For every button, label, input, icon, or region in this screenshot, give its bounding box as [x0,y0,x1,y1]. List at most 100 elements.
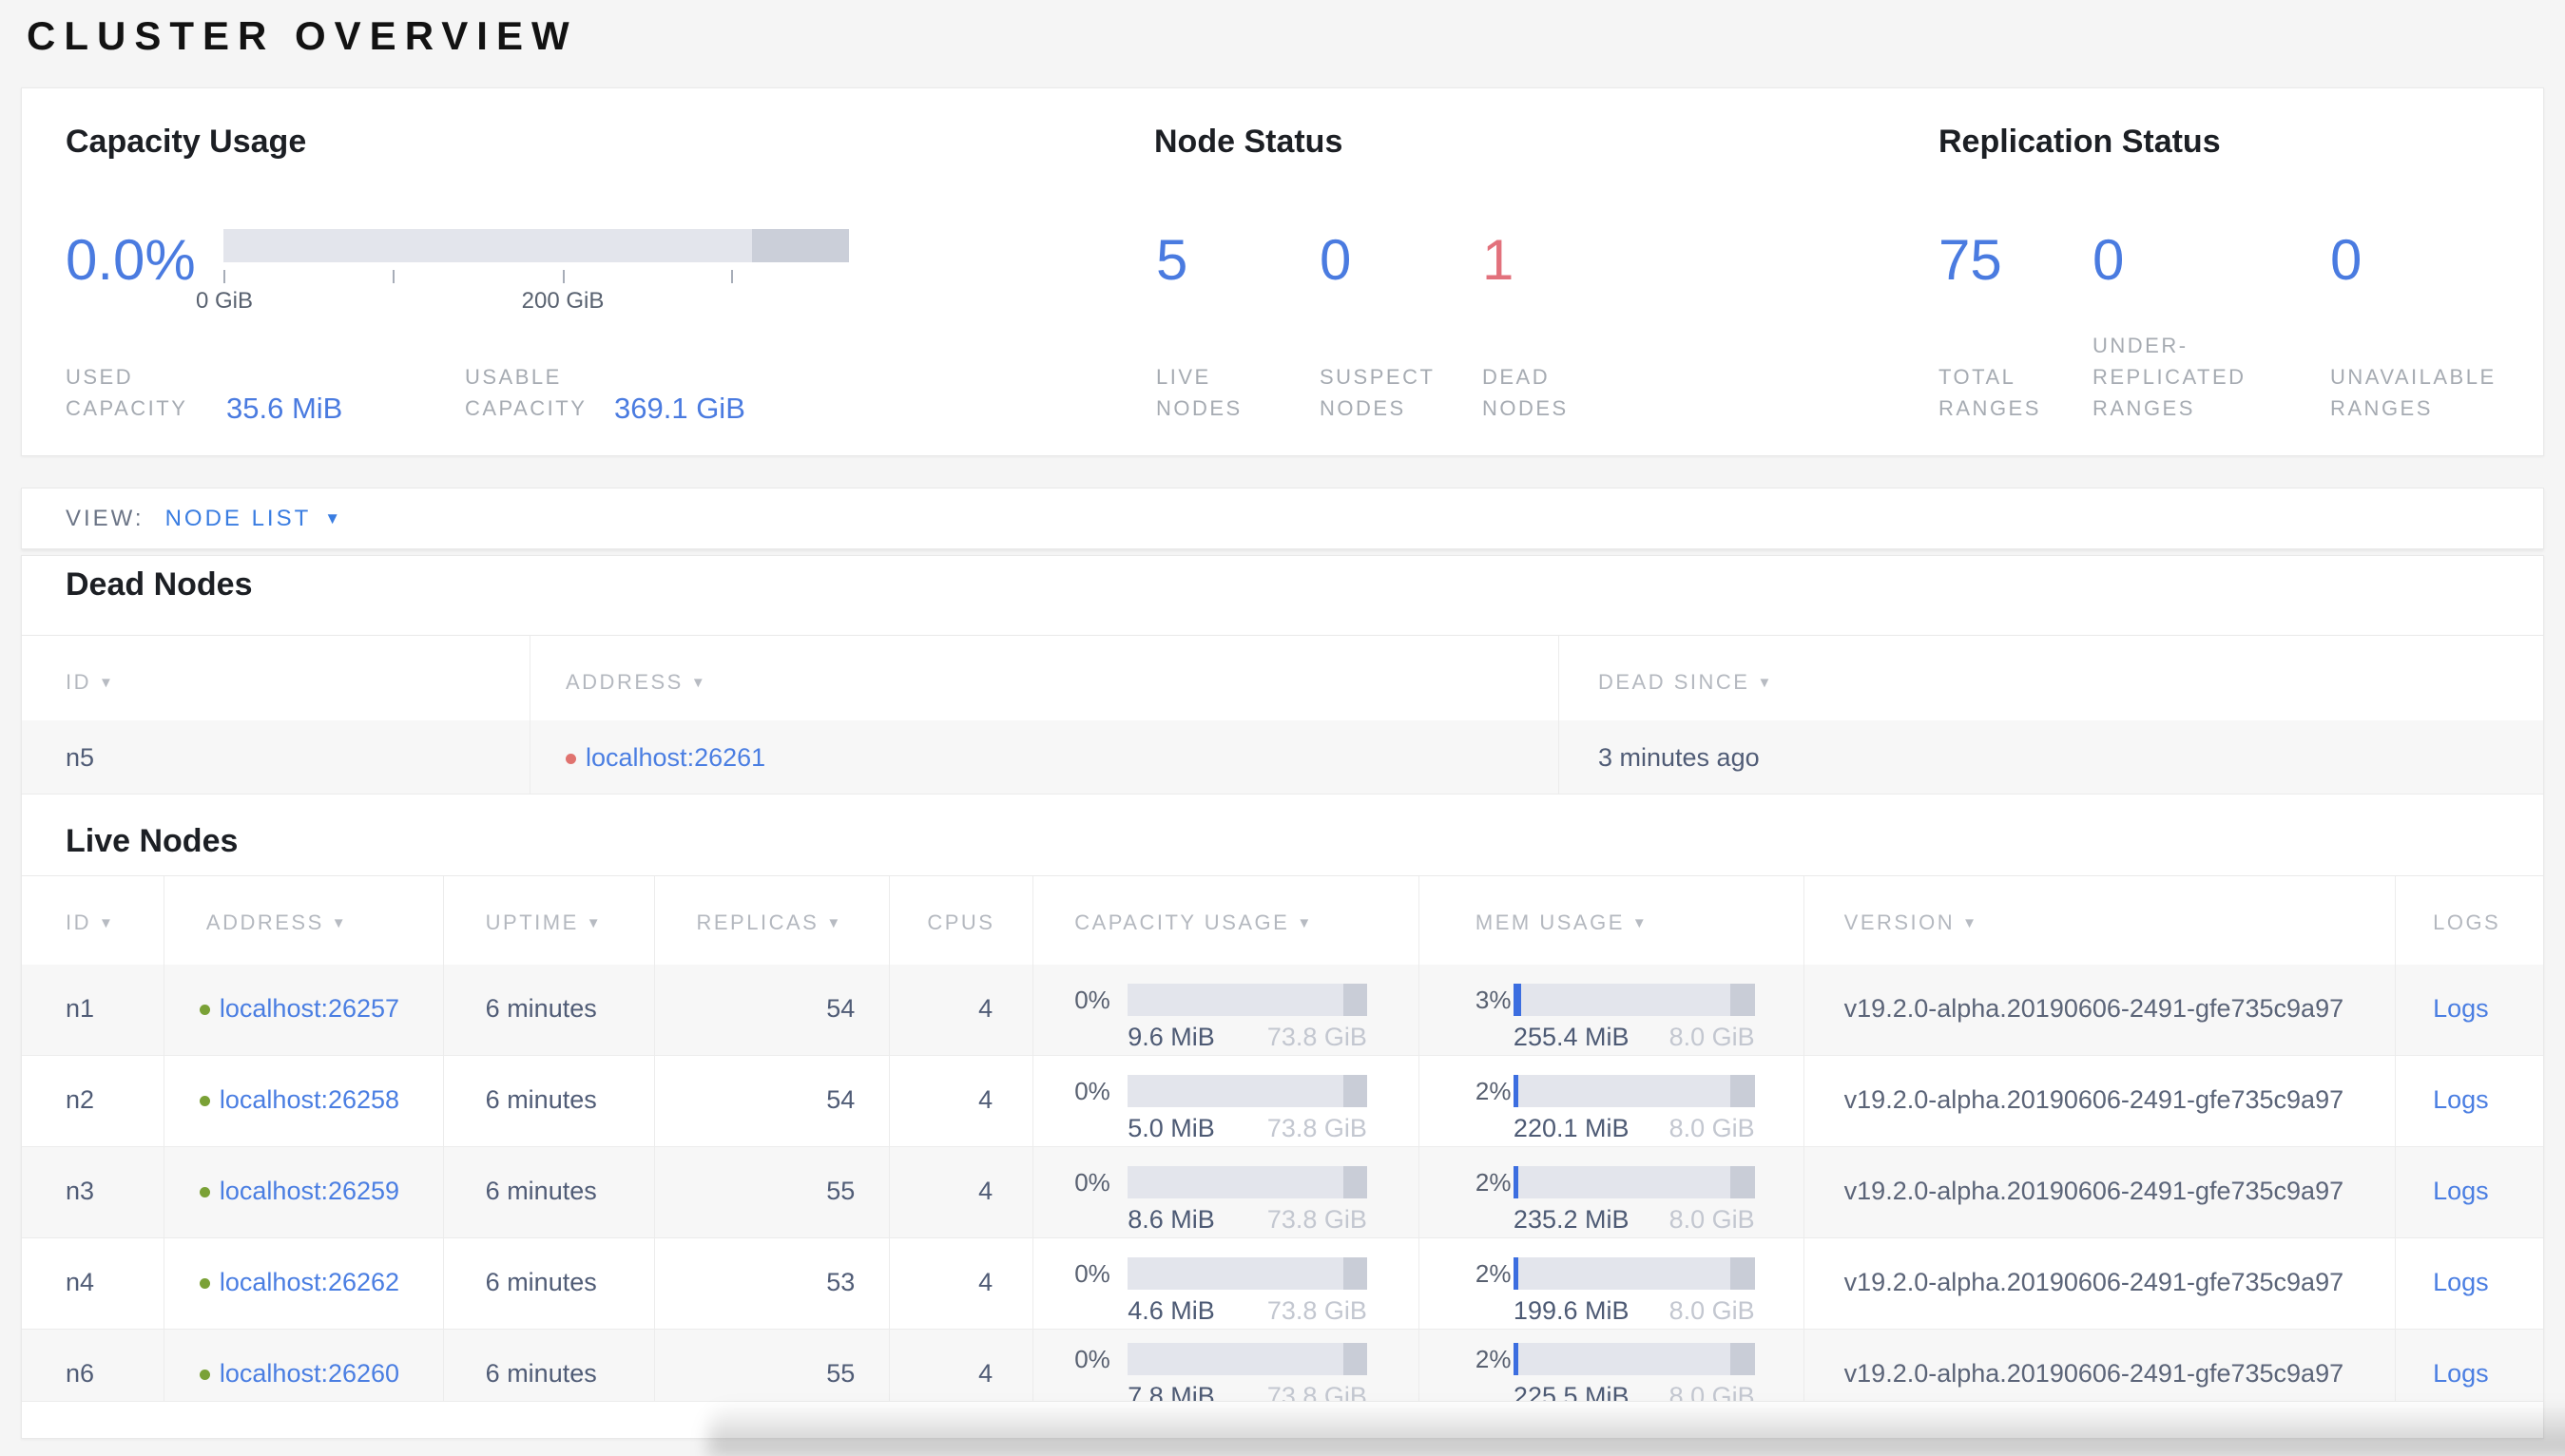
live-nodes-label: LIVE NODES [1156,365,1243,420]
total-ranges-count: 75 [1938,228,2002,292]
node-id-cell: n5 [22,720,530,794]
sort-arrow-icon: ▼ [1297,915,1314,931]
mem-mini-bar [1513,1343,1755,1375]
mem-used-value: 199.6 MiB [1513,1296,1630,1325]
node-id-cell: n4 [22,1238,164,1329]
view-bar: VIEW: NODE LIST ▼ [21,488,2544,549]
capacity-usage-cell: 0% 4.6 MiB 73.8 GiB [1033,1238,1419,1329]
live-node-row: n1 localhost:26257 6 minutes 54 4 0% 9.6… [22,965,2543,1056]
node-address-link[interactable]: localhost:26260 [220,1359,399,1388]
sort-arrow-icon: ▼ [99,915,116,931]
mem-usage-cell: 3% 255.4 MiB 8.0 GiB [1419,965,1804,1055]
capacity-percent: 0% [1074,1345,1110,1373]
live-nodes-heading: Live Nodes [66,823,239,859]
capacity-usage-bar: 0 GiB 200 GiB [196,229,849,320]
view-selector-dropdown[interactable]: NODE LIST [165,506,312,532]
capacity-total-value: 73.8 GiB [1266,1205,1367,1234]
capacity-usage-cell: 0% 5.0 MiB 73.8 GiB [1033,1056,1419,1146]
page-title: CLUSTER OVERVIEW [27,13,578,58]
node-status-heading: Node Status [1154,124,1343,160]
column-header-address[interactable]: ADDRESS ▼ [530,636,1559,720]
live-nodes-table-header: ID ▼ ADDRESS ▼ UPTIME ▼ REPLICAS ▼ CPUS CAPA… [22,875,2543,965]
column-header-mem-usage[interactable]: MEM USAGE ▼ [1419,876,1804,965]
column-header-id[interactable]: ID ▼ [22,876,164,965]
live-status-dot-icon [199,1370,210,1380]
live-status-dot-icon [199,1187,210,1197]
mem-total-value: 8.0 GiB [1668,1296,1755,1325]
axis-tick [223,270,225,283]
capacity-percent: 0% [1074,1168,1110,1197]
mem-used-value: 235.2 MiB [1513,1205,1630,1234]
live-nodes-count: 5 [1156,228,1188,292]
cpus-cell: 4 [890,1147,1034,1237]
sort-arrow-icon: ▼ [1962,915,1979,931]
view-label: VIEW: [66,505,145,531]
sort-arrow-icon: ▼ [331,915,349,931]
live-status-dot-icon [199,1005,210,1015]
column-header-address[interactable]: ADDRESS ▼ [164,876,444,965]
column-header-uptime[interactable]: UPTIME ▼ [444,876,655,965]
column-header-replicas[interactable]: REPLICAS ▼ [655,876,891,965]
mem-percent: 2% [1475,1345,1512,1373]
replicas-cell: 54 [655,1056,891,1146]
capacity-percent: 0% [1074,986,1110,1014]
cpus-cell: 4 [890,1238,1034,1329]
nodes-panel: Dead Nodes ID ▼ ADDRESS ▼ DEAD SINCE ▼ n5 l… [21,555,2544,1439]
uptime-cell: 6 minutes [444,965,655,1055]
unavailable-ranges-count: 0 [2330,228,2362,292]
sort-arrow-icon: ▼ [690,675,708,691]
logs-link[interactable]: Logs [2433,1268,2489,1296]
logs-link[interactable]: Logs [2433,1359,2489,1388]
capacity-mini-bar [1128,1075,1367,1107]
logs-link[interactable]: Logs [2433,1085,2489,1114]
node-address-cell: localhost:26258 [164,1056,444,1146]
replication-status-heading: Replication Status [1938,124,2221,160]
node-address-link[interactable]: localhost:26258 [220,1085,399,1114]
mem-total-value: 8.0 GiB [1668,1205,1755,1234]
column-header-dead-since[interactable]: DEAD SINCE ▼ [1559,636,2543,720]
capacity-bar-track [223,229,849,262]
logs-link[interactable]: Logs [2433,994,2489,1023]
total-ranges-label: TOTAL RANGES [1938,365,2041,420]
column-header-capacity-usage[interactable]: CAPACITY USAGE ▼ [1033,876,1419,965]
mem-mini-bar [1513,1075,1755,1107]
node-id-cell: n1 [22,965,164,1055]
column-header-id[interactable]: ID ▼ [22,636,530,720]
mem-mini-bar [1513,984,1755,1016]
logs-cell: Logs [2396,1056,2543,1146]
node-address-link[interactable]: localhost:26262 [220,1268,399,1296]
cpus-cell: 4 [890,1056,1034,1146]
column-header-version[interactable]: VERSION ▼ [1804,876,2397,965]
suspect-nodes-count: 0 [1320,228,1352,292]
column-header-cpus: CPUS [890,876,1034,965]
axis-tick-label: 0 GiB [195,288,254,314]
chevron-down-icon[interactable]: ▼ [324,509,340,528]
axis-tick [563,270,565,283]
dead-status-dot-icon [566,754,576,764]
uptime-cell: 6 minutes [444,1056,655,1146]
live-node-row: n6 localhost:26260 6 minutes 55 4 0% 7.8… [22,1330,2543,1402]
dead-nodes-label: DEAD NODES [1482,365,1569,420]
sort-arrow-icon: ▼ [826,915,843,931]
mem-used-value: 220.1 MiB [1513,1114,1630,1142]
cpus-cell: 4 [890,965,1034,1055]
capacity-used-value: 8.6 MiB [1128,1205,1215,1234]
capacity-usage-cell: 0% 9.6 MiB 73.8 GiB [1033,965,1419,1055]
dead-nodes-heading: Dead Nodes [66,566,253,603]
live-status-dot-icon [199,1278,210,1289]
version-cell: v19.2.0-alpha.20190606-2491-gfe735c9a97 [1804,1147,2397,1237]
node-id-cell: n6 [22,1330,164,1401]
logs-link[interactable]: Logs [2433,1177,2489,1205]
version-cell: v19.2.0-alpha.20190606-2491-gfe735c9a97 [1804,1238,2397,1329]
used-capacity-label: USED CAPACITY [66,365,188,420]
axis-tick [731,270,733,283]
capacity-mini-bar [1128,1343,1367,1375]
mem-usage-cell: 2% 235.2 MiB 8.0 GiB [1419,1147,1804,1237]
node-address-link[interactable]: localhost:26261 [586,743,765,772]
node-address-link[interactable]: localhost:26257 [220,994,399,1023]
column-header-logs: LOGS [2433,910,2501,934]
version-cell: v19.2.0-alpha.20190606-2491-gfe735c9a97 [1804,1330,2397,1401]
mem-mini-bar [1513,1257,1755,1290]
node-address-cell: localhost:26262 [164,1238,444,1329]
node-address-link[interactable]: localhost:26259 [220,1177,399,1205]
